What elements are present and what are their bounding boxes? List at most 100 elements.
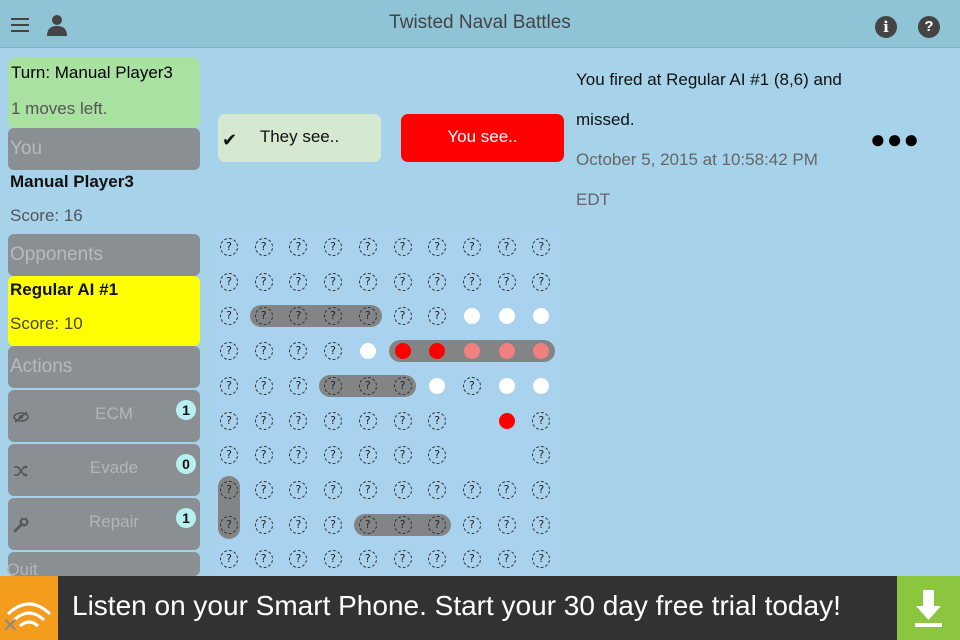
board-cell[interactable]: ?	[324, 550, 343, 569]
board-cell[interactable]: ?	[220, 342, 238, 361]
board-cell[interactable]: ?	[289, 342, 308, 361]
board-cell[interactable]: ?	[462, 376, 481, 395]
board-cell[interactable]: ?	[324, 515, 343, 534]
board-cell[interactable]: ?	[532, 550, 551, 569]
board-cell[interactable]: ?	[220, 376, 238, 395]
board-cell[interactable]: ?	[324, 272, 343, 291]
board-cell[interactable]: ?	[289, 238, 308, 256]
board-cell[interactable]: ?	[532, 480, 551, 499]
board-cell[interactable]: ?	[254, 376, 273, 395]
board-cell[interactable]: ?	[324, 342, 343, 361]
board-cell[interactable]: ?	[358, 376, 377, 395]
board-cell[interactable]: ?	[532, 515, 551, 534]
board-cell[interactable]: ?	[428, 550, 447, 569]
board-cell[interactable]: ?	[254, 480, 273, 499]
board-cell[interactable]: ?	[289, 515, 308, 534]
board-cell[interactable]: ?	[254, 307, 273, 326]
board-cell[interactable]: ?	[324, 446, 343, 465]
menu-icon[interactable]	[11, 18, 29, 36]
board-cell[interactable]: ?	[462, 550, 481, 569]
user-icon[interactable]	[46, 14, 68, 41]
board-cell[interactable]: ?	[497, 480, 516, 499]
board-cell[interactable]: ?	[220, 550, 238, 569]
board-cell[interactable]: ?	[497, 515, 516, 534]
board-cell[interactable]: ?	[220, 515, 238, 534]
board-cell[interactable]: ?	[358, 411, 377, 430]
board-cell[interactable]: ?	[254, 238, 273, 256]
board-cell[interactable]: ?	[497, 238, 516, 256]
ad-banner[interactable]: ✕ Listen on your Smart Phone. Start your…	[0, 576, 960, 640]
board-cell[interactable]: ?	[358, 446, 377, 465]
download-icon[interactable]	[897, 576, 960, 640]
board-cell[interactable]: ?	[220, 238, 238, 256]
close-icon[interactable]: ✕	[2, 613, 19, 638]
board-cell[interactable]: ?	[393, 238, 412, 256]
board-cell[interactable]: ?	[220, 272, 238, 291]
repair-button[interactable]: Repair 1	[8, 498, 200, 550]
board-cell[interactable]: ?	[220, 411, 238, 430]
board-cell[interactable]: ?	[289, 411, 308, 430]
board-cell[interactable]: ?	[358, 515, 377, 534]
board-cell[interactable]: ?	[532, 238, 551, 256]
board-cell[interactable]: ?	[428, 307, 447, 326]
ecm-button[interactable]: ECM 1	[8, 390, 200, 442]
board-cell[interactable]: ?	[289, 480, 308, 499]
help-icon[interactable]: ?	[918, 16, 940, 38]
board-cell[interactable]: ?	[462, 480, 481, 499]
miss-peg	[533, 377, 550, 394]
opponent-card[interactable]: Regular AI #1 Score: 10	[8, 276, 200, 346]
board-cell[interactable]: ?	[254, 342, 273, 361]
board-cell[interactable]: ?	[532, 411, 551, 430]
board-cell[interactable]: ?	[428, 411, 447, 430]
board-cell[interactable]: ?	[462, 238, 481, 256]
board-cell[interactable]: ?	[220, 307, 238, 326]
quit-button[interactable]: Quit	[6, 552, 200, 579]
board-cell[interactable]: ?	[289, 446, 308, 465]
board-cell[interactable]: ?	[428, 446, 447, 465]
info-icon[interactable]: i	[875, 16, 897, 38]
board-cell[interactable]: ?	[324, 238, 343, 256]
board-cell[interactable]: ?	[358, 272, 377, 291]
board-cell[interactable]: ?	[358, 550, 377, 569]
board-cell[interactable]: ?	[428, 480, 447, 499]
board-cell[interactable]: ?	[254, 446, 273, 465]
board-cell[interactable]: ?	[462, 272, 481, 291]
board-cell[interactable]: ?	[254, 272, 273, 291]
board-cell[interactable]: ?	[324, 480, 343, 499]
board-cell[interactable]: ?	[220, 480, 238, 499]
board-cell[interactable]: ?	[289, 272, 308, 291]
board-cell[interactable]: ?	[393, 272, 412, 291]
repair-count-badge: 1	[176, 508, 196, 528]
you-see-toggle[interactable]: You see..	[401, 114, 564, 162]
board-cell[interactable]: ?	[428, 515, 447, 534]
board-cell[interactable]: ?	[497, 550, 516, 569]
board-cell[interactable]: ?	[428, 272, 447, 291]
board-cell[interactable]: ?	[393, 515, 412, 534]
board-cell[interactable]: ?	[393, 480, 412, 499]
board-cell[interactable]: ?	[462, 515, 481, 534]
board-cell[interactable]: ?	[254, 550, 273, 569]
hit-peg	[463, 343, 480, 360]
board-cell[interactable]: ?	[532, 446, 551, 465]
board-cell[interactable]: ?	[358, 480, 377, 499]
board-cell[interactable]: ?	[393, 550, 412, 569]
board-cell[interactable]: ?	[324, 411, 343, 430]
game-board[interactable]: ????????????????????????????????????????…	[211, 229, 559, 576]
board-cell[interactable]: ?	[532, 272, 551, 291]
board-cell[interactable]: ?	[220, 446, 238, 465]
board-cell[interactable]: ?	[358, 238, 377, 256]
evade-button[interactable]: Evade 0	[8, 444, 200, 496]
board-cell[interactable]: ?	[254, 515, 273, 534]
board-cell[interactable]: ?	[393, 307, 412, 326]
board-cell[interactable]: ?	[289, 550, 308, 569]
they-see-toggle[interactable]: ✔ They see..	[218, 114, 381, 162]
board-cell[interactable]: ?	[254, 411, 273, 430]
board-cell[interactable]: ?	[289, 376, 308, 395]
board-cell[interactable]: ?	[393, 411, 412, 430]
more-icon[interactable]: ●●●	[870, 124, 920, 155]
board-cell[interactable]: ?	[393, 446, 412, 465]
board-cell[interactable]: ?	[497, 272, 516, 291]
board-cell[interactable]: ?	[428, 238, 447, 256]
board-cell[interactable]: ?	[393, 376, 412, 395]
board-cell[interactable]: ?	[324, 376, 343, 395]
